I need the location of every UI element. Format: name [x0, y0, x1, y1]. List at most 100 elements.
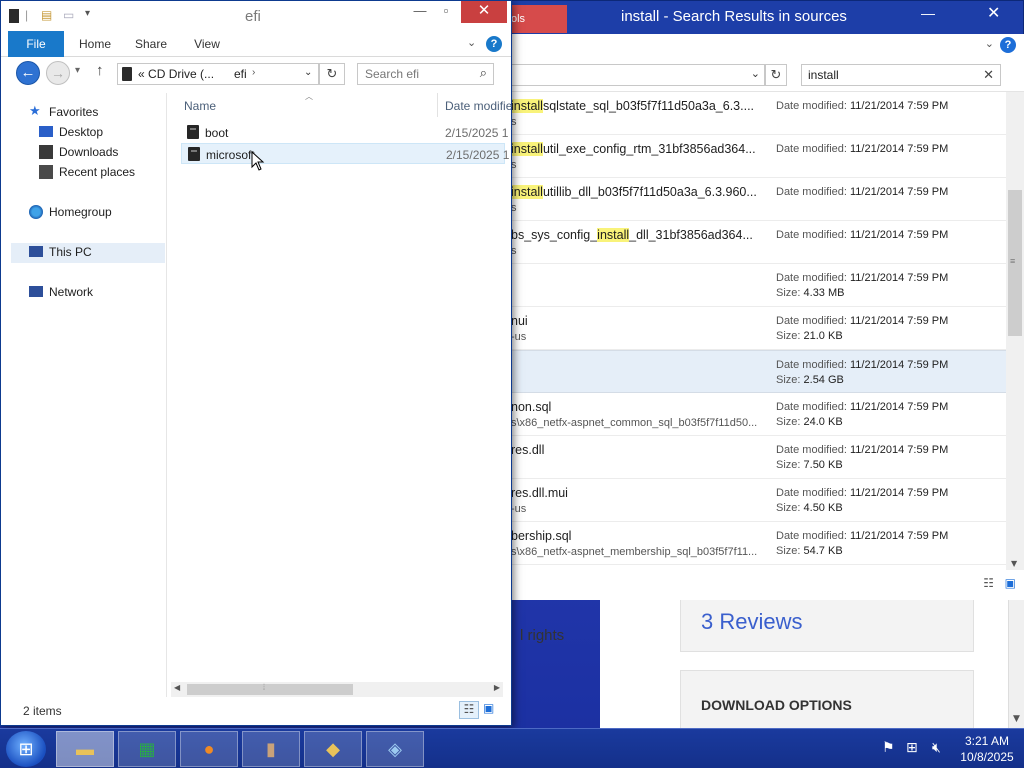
results-scrollbar[interactable]: ≡ ▼ — [1006, 92, 1024, 570]
scroll-down-icon[interactable]: ▼ — [1011, 559, 1017, 568]
result-size: Size: 21.0 KB — [776, 330, 843, 342]
up-button[interactable]: ↑ — [96, 62, 104, 79]
search-input[interactable]: install ✕ — [801, 64, 1001, 86]
new-folder-icon[interactable]: ▭ — [63, 8, 74, 22]
app-taskbar-icon[interactable]: ▮ — [242, 731, 300, 767]
start-button[interactable]: ⊞ — [6, 731, 46, 767]
reviews-box[interactable]: 3 Reviews — [680, 596, 974, 652]
search-tools-tab[interactable]: ols — [511, 5, 567, 33]
search-result-row[interactable]: installsqlstate_sql_b03f5f7f11d50a3a_6.3… — [511, 92, 1006, 135]
tab-view[interactable]: View — [185, 31, 229, 57]
search-result-row[interactable]: nui -us Date modified: 11/21/2014 7:59 PM S… — [511, 307, 1006, 350]
tab-home[interactable]: Home — [73, 31, 117, 57]
details-view-icon[interactable]: ☷ — [983, 576, 994, 590]
grip-icon: ≡ — [1010, 256, 1016, 266]
chevron-down-icon[interactable]: ⌄ — [304, 67, 312, 78]
maximize-icon[interactable]: ▫ — [435, 1, 457, 23]
horizontal-scrollbar[interactable]: ◀ ⦙ ▶ — [171, 682, 503, 697]
search-result-row[interactable]: installutil_exe_config_rtm_31bf3856ad364… — [511, 135, 1006, 178]
breadcrumb-folder[interactable]: efi — [234, 67, 247, 81]
result-date-modified: Date modified: 11/21/2014 7:59 PM — [776, 401, 949, 413]
store-taskbar-icon[interactable]: ▦ — [118, 731, 176, 767]
virtualbox-manager-taskbar-icon[interactable]: ◆ — [304, 731, 362, 767]
column-header: ︿ Name Date modifie — [167, 92, 512, 117]
recent-places-icon — [39, 165, 53, 179]
search-icon[interactable]: ⌕ — [480, 65, 487, 81]
search-result-row[interactable]: res.dll.mui -us Date modified: 11/21/2014 … — [511, 479, 1006, 522]
download-options-heading: DOWNLOAD OPTIONS — [701, 697, 852, 713]
search-result-row[interactable]: bs_sys_config_install_dll_31bf3856ad364.… — [511, 221, 1006, 264]
chevron-down-icon[interactable]: ⌄ — [751, 67, 760, 80]
search-result-row[interactable]: res.dll Date modified: 11/21/2014 7:59 PM… — [511, 436, 1006, 479]
column-name[interactable]: Name — [184, 99, 216, 113]
close-icon[interactable]: ✕ — [987, 3, 1000, 23]
scroll-left-icon[interactable]: ◀ — [174, 683, 180, 692]
search-result-row[interactable]: non.sql s\x86_netfx-aspnet_common_sql_b03… — [511, 393, 1006, 436]
refresh-button[interactable]: ↻ — [319, 63, 345, 85]
minimize-icon[interactable]: — — [409, 1, 431, 23]
file-date: 2/15/2025 1 — [446, 148, 510, 162]
chevron-right-icon[interactable]: › — [252, 67, 255, 78]
firefox-taskbar-icon[interactable]: ● — [180, 731, 238, 767]
large-icons-view-icon[interactable]: ▣ — [483, 701, 499, 719]
back-button[interactable]: ← — [16, 61, 40, 85]
forward-button[interactable]: → — [46, 61, 70, 85]
result-date-modified: Date modified: 11/21/2014 7:59 PM — [776, 143, 949, 155]
title-bar[interactable]: | ▤ ▭ ▾ efi — ▫ ✕ — [1, 1, 511, 31]
close-button[interactable]: ✕ — [461, 1, 507, 23]
ribbon-expand-icon[interactable]: ⌄ — [985, 37, 994, 50]
search-result-row[interactable]: installutillib_dll_b03f5f7f11d50a3a_6.3.… — [511, 178, 1006, 221]
network-icon[interactable]: ⊞ — [906, 739, 918, 756]
result-size: Size: 4.33 MB — [776, 287, 845, 299]
file-explorer-taskbar-icon[interactable]: ▬ — [56, 731, 114, 767]
search-ribbon: ⌄ ? — [511, 34, 1024, 58]
customize-qat-icon[interactable]: ▾ — [85, 8, 90, 19]
virtualbox-taskbar-icon[interactable]: ◈ — [366, 731, 424, 767]
details-view-icon[interactable]: ☷ — [459, 701, 479, 719]
separator: | — [25, 8, 29, 22]
nav-item-this-pc[interactable]: This PC — [11, 243, 165, 263]
volume-muted-icon[interactable]: 🔇︎ — [932, 739, 941, 756]
file-row-boot[interactable]: boot 2/15/2025 1 — [181, 122, 508, 143]
download-options-box: DOWNLOAD OPTIONS — [680, 670, 974, 730]
clock[interactable]: 3:21 AM 10/8/2025 — [956, 733, 1018, 765]
search-results-list: installsqlstate_sql_b03f5f7f11d50a3a_6.3… — [511, 92, 1006, 570]
help-icon[interactable]: ? — [486, 36, 502, 52]
clear-search-icon[interactable]: ✕ — [983, 67, 994, 83]
column-date-modified[interactable]: Date modifie — [445, 99, 512, 113]
result-size: Size: 4.50 KB — [776, 502, 843, 514]
result-name: res.dll.mui — [511, 486, 568, 500]
flag-icon[interactable]: ⚑ — [882, 739, 895, 756]
minimize-icon[interactable]: — — [921, 5, 935, 21]
search-input[interactable]: Search efi ⌕ — [357, 63, 494, 85]
column-divider[interactable] — [437, 93, 438, 117]
file-name: boot — [205, 126, 229, 140]
search-result-row[interactable]: Date modified: 11/21/2014 7:59 PM Size: 2… — [511, 350, 1006, 393]
result-name: installutillib_dll_b03f5f7f11d50a3a_6.3.… — [511, 185, 757, 199]
ribbon: File Home Share View ⌄ ? — [1, 31, 511, 57]
help-icon[interactable]: ? — [1000, 37, 1016, 53]
item-count: 2 items — [23, 704, 62, 718]
recent-locations-icon[interactable]: ▾ — [75, 65, 80, 76]
scroll-right-icon[interactable]: ▶ — [494, 683, 500, 692]
reviews-link[interactable]: 3 Reviews — [701, 609, 802, 635]
navigation-bar: ← → ▾ ↑ « CD Drive (... efi › ⌄ ↻ Search… — [1, 57, 511, 93]
scrollbar-thumb[interactable] — [187, 684, 353, 695]
file-row-microsoft[interactable]: microsoft 2/15/2025 1 — [181, 143, 509, 164]
properties-icon[interactable]: ▤ — [41, 8, 52, 22]
scroll-down-icon[interactable]: ▼ — [1013, 714, 1020, 724]
navigation-pane: ★ Favorites Desktop Downloads Recent pla… — [1, 93, 167, 697]
result-size: Size: 24.0 KB — [776, 416, 843, 428]
address-bar[interactable]: « CD Drive (... efi › ⌄ — [117, 63, 319, 85]
search-result-row[interactable]: bership.sql s\x86_netfx-aspnet_membership… — [511, 522, 1006, 565]
tab-share[interactable]: Share — [129, 31, 173, 57]
result-date-modified: Date modified: 11/21/2014 7:59 PM — [776, 229, 949, 241]
search-result-row[interactable]: Date modified: 11/21/2014 7:59 PM Size: 4… — [511, 264, 1006, 307]
result-path: s\x86_netfx-aspnet_membership_sql_b03f5f… — [511, 546, 758, 558]
breadcrumb-drive[interactable]: « CD Drive (... — [138, 67, 214, 81]
search-address-bar[interactable]: ⌄ — [511, 64, 765, 86]
refresh-icon[interactable]: ↻ — [765, 64, 787, 86]
tab-file[interactable]: File — [8, 31, 64, 57]
ribbon-expand-icon[interactable]: ⌄ — [467, 36, 476, 49]
large-icons-view-icon[interactable]: ▣ — [1005, 576, 1016, 590]
